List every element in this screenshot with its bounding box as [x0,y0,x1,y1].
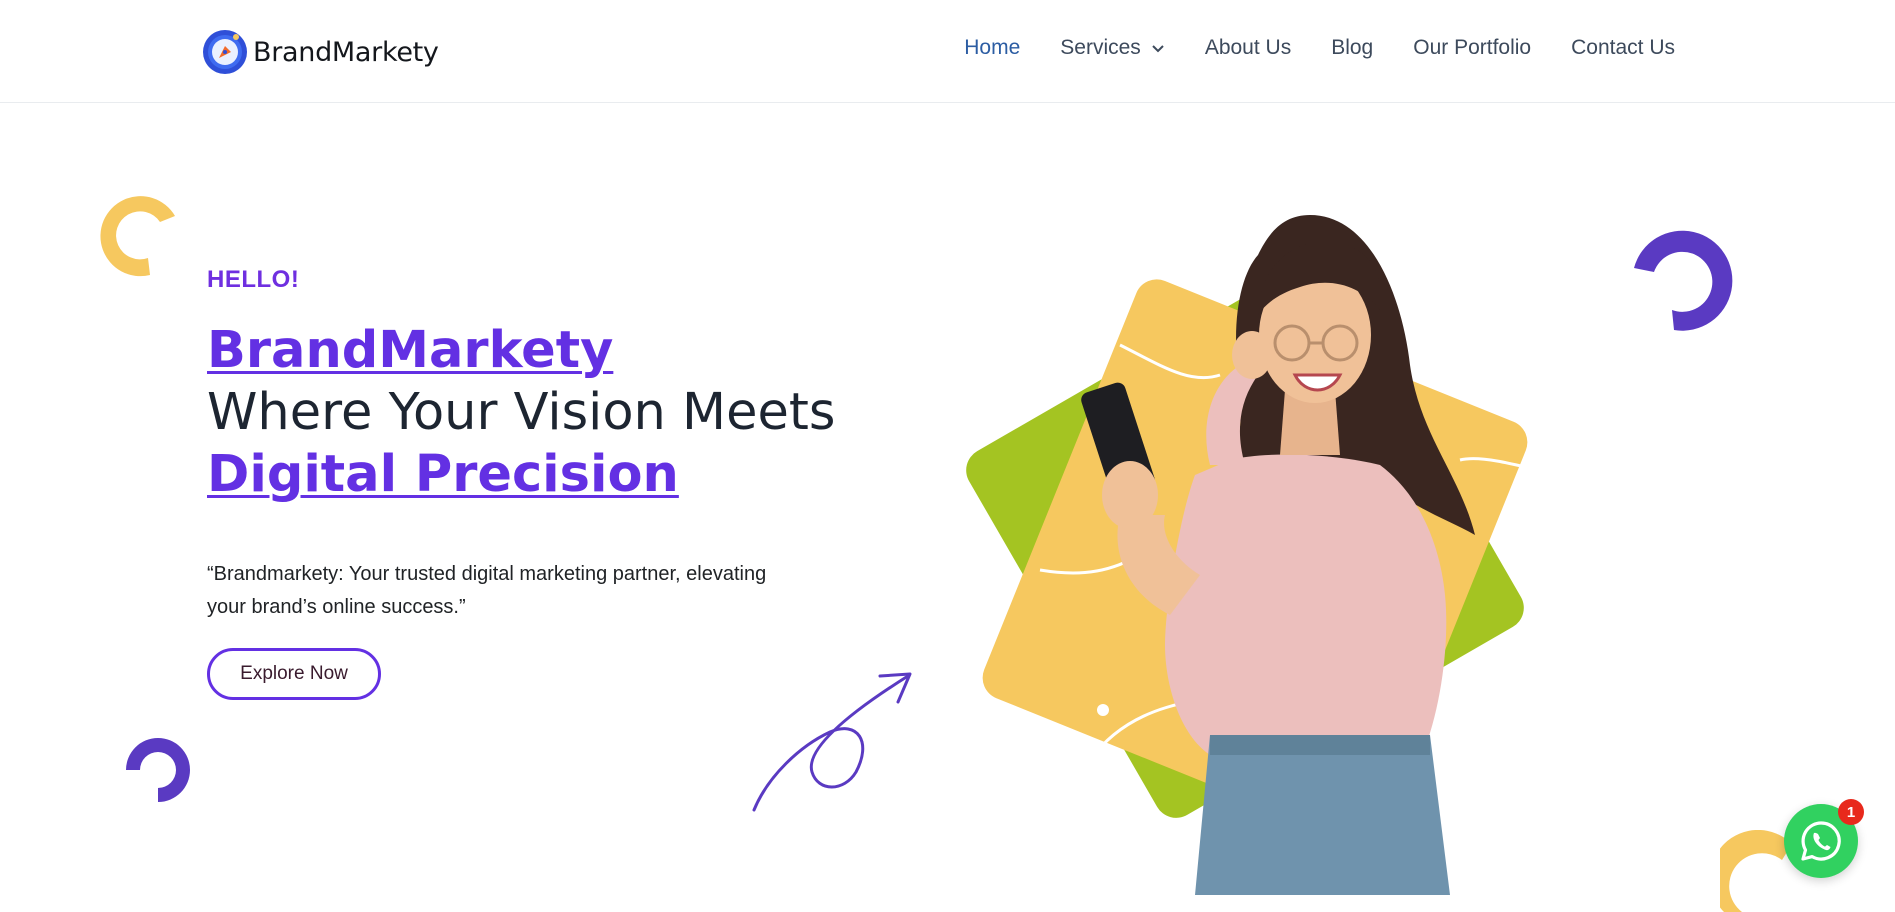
logo-compass-icon [203,30,247,74]
whatsapp-icon [1801,821,1841,861]
nav-services[interactable]: Services [1060,36,1165,60]
nav-contact[interactable]: Contact Us [1571,36,1675,60]
arrow-swirl-icon [752,672,912,812]
nav-about[interactable]: About Us [1205,36,1291,60]
chevron-down-icon [1152,45,1164,53]
nav-home[interactable]: Home [964,36,1020,60]
hero-illustration [966,215,1581,895]
headline-precision[interactable]: Digital Precision [207,444,835,506]
purple-small-ring-decoration [126,738,190,802]
site-header: BrandMarkety Home Services About Us Blog… [0,0,1895,103]
headline-brand[interactable]: BrandMarkety [207,320,835,382]
yellow-ring-decoration [100,196,175,277]
brand-name: BrandMarkety [253,36,439,68]
main-nav: Home Services About Us Blog Our Portfoli… [924,36,1675,60]
purple-ring-decoration [1634,230,1733,331]
white-dot [1097,704,1109,716]
nav-blog[interactable]: Blog [1331,36,1373,60]
brand-logo[interactable]: BrandMarkety [202,29,439,75]
hero-headline: BrandMarkety Where Your Vision Meets Dig… [207,320,835,506]
headline-middle: Where Your Vision Meets [207,383,836,442]
nav-services-label: Services [1060,36,1141,59]
hero-tagline: “Brandmarkety: Your trusted digital mark… [207,563,767,618]
notification-badge: 1 [1838,799,1864,825]
hero-greeting: HELLO! [207,266,300,293]
explore-now-button[interactable]: Explore Now [207,648,381,700]
nav-portfolio[interactable]: Our Portfolio [1413,36,1531,60]
white-dot [1509,492,1521,504]
